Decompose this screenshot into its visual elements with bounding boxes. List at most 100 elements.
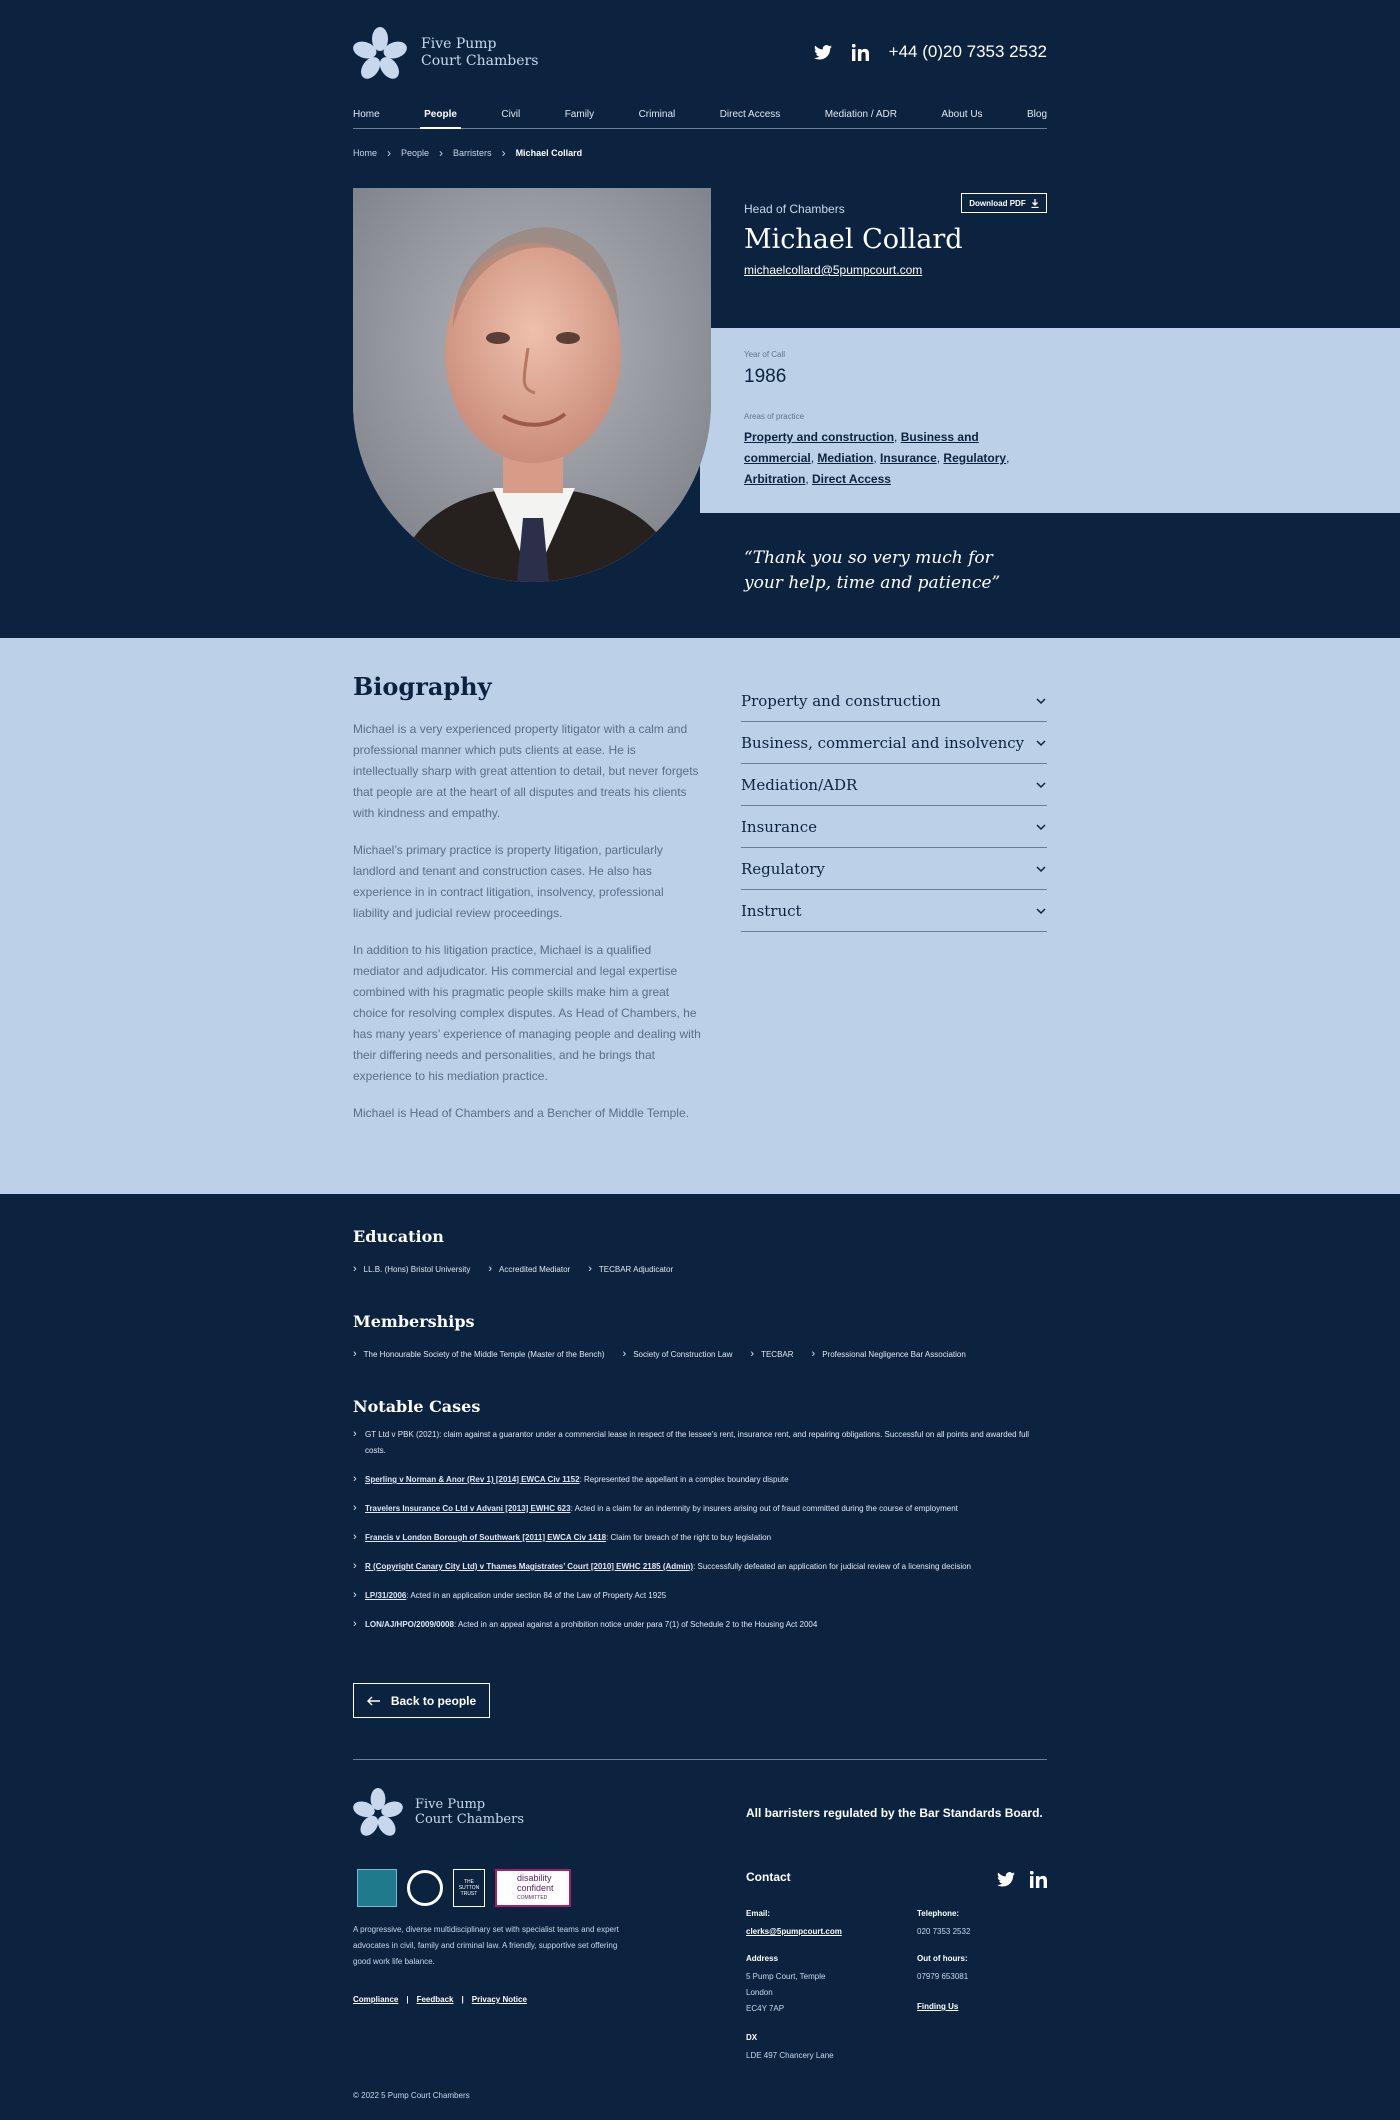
compliance-link[interactable]: Compliance (353, 1995, 398, 2004)
badge-text: COMMITTED (517, 1895, 548, 1901)
nav-criminal[interactable]: Criminal (639, 104, 676, 128)
nav-mediation[interactable]: Mediation / ADR (825, 104, 897, 128)
download-icon (1031, 198, 1039, 208)
copyright: © 2022 5 Pump Court Chambers (353, 2091, 470, 2100)
contact-title: Contact (746, 1870, 791, 1884)
year-of-call-label: Year of Call (744, 350, 786, 359)
footer-email-link[interactable]: clerks@5pumpcourt.com (746, 1927, 842, 1936)
linkedin-icon[interactable] (851, 42, 871, 62)
nav-about[interactable]: About Us (941, 104, 982, 128)
chevron-right-icon: › (501, 146, 506, 160)
notable-cases-list: GT Ltd v PBK (2021): claim against a gua… (353, 1426, 1047, 1646)
nav-blog[interactable]: Blog (1027, 104, 1047, 128)
footer-logo[interactable]: Five Pump Court Chambers (353, 1788, 524, 1836)
memberships-list: The Honourable Society of the Middle Tem… (353, 1348, 966, 1360)
regulation-statement: All barristers regulated by the Bar Stan… (746, 1806, 1043, 1820)
case-item: Sperling v Norman & Anor (Rev 1) [2014] … (353, 1471, 1047, 1488)
nav-home[interactable]: Home (353, 104, 380, 128)
case-link[interactable]: LP/31/2006 (365, 1591, 406, 1600)
footer-social (996, 1869, 1048, 1889)
biography-paragraph: Michael is Head of Chambers and a Benche… (353, 1106, 689, 1120)
notable-cases-title: Notable Cases (353, 1397, 481, 1416)
nav-people[interactable]: People (420, 104, 461, 129)
race-charter-badge (407, 1870, 443, 1906)
profile-role: Head of Chambers (744, 202, 845, 216)
finding-us-link[interactable]: Finding Us (917, 1999, 968, 2015)
membership-item: Professional Negligence Bar Association (812, 1348, 966, 1360)
logo[interactable]: Five Pump Court Chambers (353, 27, 538, 79)
nav-civil[interactable]: Civil (501, 104, 520, 128)
privacy-notice-link[interactable]: Privacy Notice (472, 1995, 527, 2004)
header-phone[interactable]: +44 (0)20 7353 2532 (889, 42, 1047, 62)
case-link[interactable]: Travelers Insurance Co Ltd v Advani [201… (365, 1504, 571, 1513)
area-link[interactable]: Insurance (880, 451, 937, 465)
case-item: Travelers Insurance Co Ltd v Advani [201… (353, 1500, 1047, 1517)
case-item: LP/31/2006: Acted in an application unde… (353, 1587, 1047, 1604)
practice-accordion: Property and construction Business, comm… (741, 680, 1047, 932)
out-of-hours-value: 07979 653081 (917, 1972, 969, 1981)
separator: | (461, 1995, 464, 2004)
arrow-left-icon (366, 1696, 380, 1705)
accordion-mediation[interactable]: Mediation/ADR (741, 764, 1047, 806)
nav-direct-access[interactable]: Direct Access (720, 104, 781, 128)
membership-item: TECBAR (750, 1348, 793, 1360)
education-list: LL.B. (Hons) Bristol University Accredit… (353, 1263, 673, 1275)
case-link[interactable]: Sperling v Norman & Anor (Rev 1) [2014] … (365, 1475, 580, 1484)
dx-value: LDE 497 Chancery Lane (746, 2051, 834, 2060)
nav-family[interactable]: Family (565, 104, 594, 128)
twitter-icon[interactable] (996, 1869, 1016, 1889)
accordion-property[interactable]: Property and construction (741, 680, 1047, 722)
areas-of-practice-label: Areas of practice (744, 412, 805, 421)
address-label: Address (746, 1954, 779, 1963)
year-of-call-value: 1986 (744, 366, 787, 387)
breadcrumb-barristers[interactable]: Barristers (453, 148, 492, 158)
education-item: Accredited Mediator (488, 1263, 570, 1275)
areas-of-practice-list: Property and construction, Business and … (744, 430, 1010, 486)
breadcrumb: Home › People › Barristers › Michael Col… (353, 146, 582, 160)
accreditation-badges: THE SUTTON TRUST disability confident CO… (357, 1869, 571, 1907)
feedback-link[interactable]: Feedback (417, 1995, 454, 2004)
separator: | (406, 1995, 409, 2004)
area-link[interactable]: Direct Access (812, 472, 891, 486)
case-link[interactable]: Francis v London Borough of Southwark [2… (365, 1533, 606, 1542)
chevron-down-icon (1036, 907, 1046, 914)
case-link[interactable]: R (Copyright Canary City Ltd) v Thames M… (365, 1562, 693, 1571)
chevron-down-icon (1036, 781, 1046, 788)
education-item: TECBAR Adjudicator (588, 1263, 673, 1275)
twitter-icon[interactable] (813, 42, 833, 62)
download-pdf-button[interactable]: Download PDF (961, 193, 1047, 213)
accordion-regulatory[interactable]: Regulatory (741, 848, 1047, 890)
area-link[interactable]: Mediation (817, 451, 873, 465)
footer-telephone-block: Telephone: 020 7353 2532 (917, 1906, 970, 1940)
back-to-people-button[interactable]: Back to people (353, 1683, 490, 1718)
profile-photo (353, 188, 711, 582)
area-link[interactable]: Property and construction (744, 430, 894, 444)
email-label: Email: (746, 1909, 771, 1918)
accordion-label: Property and construction (741, 691, 941, 710)
biography-text: Michael is a very experienced property l… (353, 719, 701, 1140)
area-link[interactable]: Regulatory (943, 451, 1006, 465)
logo-line-1: Five Pump (415, 1797, 486, 1812)
case-text: GT Ltd v PBK (2021): claim against a gua… (365, 1430, 1030, 1455)
accordion-insurance[interactable]: Insurance (741, 806, 1047, 848)
profile-email[interactable]: michaelcollard@5pumpcourt.com (744, 263, 922, 277)
address-line: London (746, 1988, 773, 1997)
back-label: Back to people (390, 1693, 477, 1708)
dx-label: DX (746, 2033, 758, 2042)
logo-line-1: Five Pump (421, 36, 497, 52)
accordion-label: Mediation/ADR (741, 775, 858, 794)
area-link[interactable]: Arbitration (744, 472, 805, 486)
breadcrumb-home[interactable]: Home (353, 148, 377, 158)
address-line: EC4Y 7AP (746, 2004, 785, 2013)
out-of-hours-label: Out of hours: (917, 1954, 968, 1963)
chevron-down-icon (1036, 823, 1046, 830)
education-item: LL.B. (Hons) Bristol University (353, 1263, 471, 1275)
accordion-instruct[interactable]: Instruct (741, 890, 1047, 932)
biography-paragraph: Michael’s primary practice is property l… (353, 843, 664, 920)
footer-divider (353, 1759, 1047, 1760)
logo-text: Five Pump Court Chambers (415, 1797, 524, 1827)
breadcrumb-people[interactable]: People (401, 148, 429, 158)
linkedin-icon[interactable] (1028, 1869, 1048, 1889)
accordion-business[interactable]: Business, commercial and insolvency (741, 722, 1047, 764)
logo-line-2: Court Chambers (415, 1812, 525, 1827)
